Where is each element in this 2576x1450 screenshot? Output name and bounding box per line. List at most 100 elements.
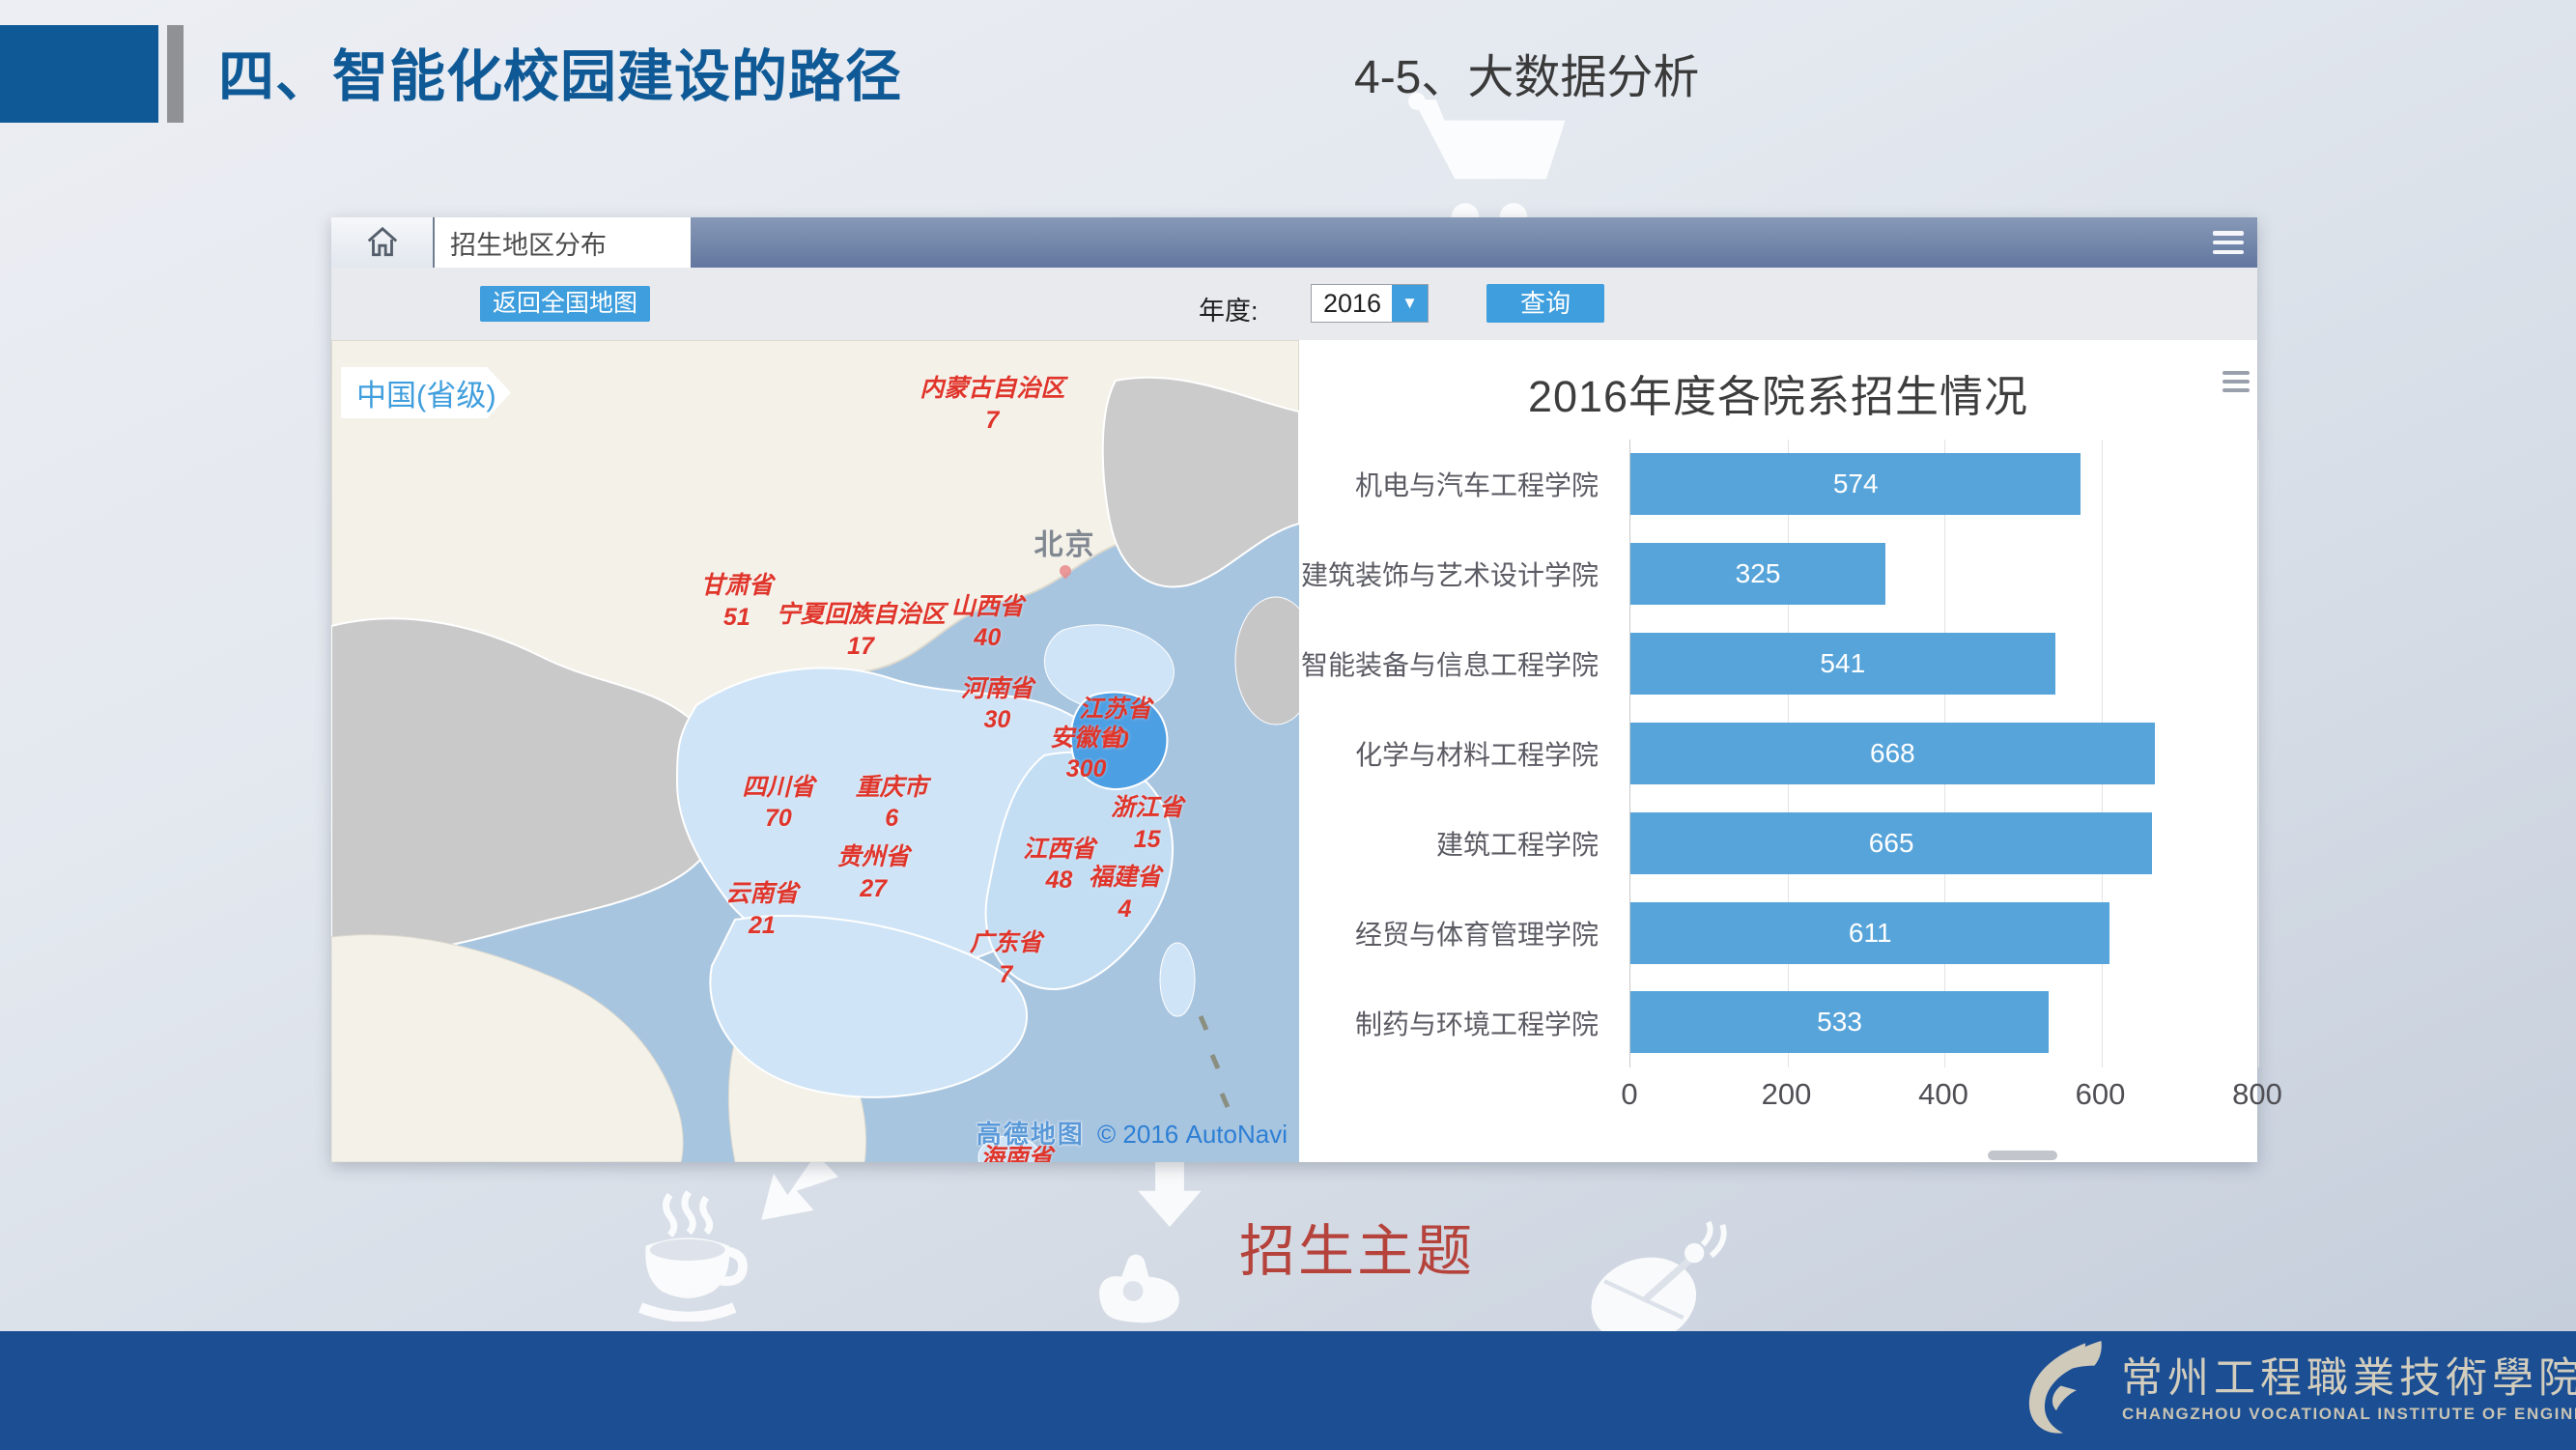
coffee-cup-icon	[630, 1186, 750, 1322]
arrow-down-left-icon	[753, 1151, 840, 1229]
map-watermark: 高德地图 © 2016 AutoNavi	[977, 1115, 1288, 1151]
page-title: 四、智能化校园建设的路径	[218, 31, 902, 112]
horizontal-scrollbar-thumb[interactable]	[1988, 1151, 2057, 1160]
tab-label: 招生地区分布	[450, 224, 607, 262]
province-name: 广东省	[970, 929, 1042, 956]
x-axis-tick-label: 400	[1918, 1077, 1968, 1112]
province-name: 江西省	[1023, 836, 1095, 863]
chart-bar-row: 533	[1630, 978, 2258, 1067]
province-name: 福建省	[1089, 864, 1161, 891]
title-accent-rect	[0, 25, 158, 123]
province-value: 21	[749, 912, 776, 939]
map-label-province: 甘肃省51	[700, 570, 773, 633]
map-label-province: 内蒙古自治区 7	[920, 373, 1064, 436]
map-label-province: 重庆市 6	[856, 772, 928, 835]
chart-bar-row: 611	[1630, 888, 2258, 978]
dropdown-arrow-icon[interactable]: ▼	[1392, 285, 1428, 322]
china-map-panel[interactable]: 中国(省级) 北京 内蒙古自治区7甘肃省51宁夏回族自治区17山西省40河南省3…	[331, 340, 1299, 1162]
map-label-province: 广东省 7	[970, 927, 1042, 990]
province-name: 四川省	[742, 774, 814, 801]
map-label-province: 河南省30	[961, 673, 1033, 736]
chart-bar[interactable]: 533	[1630, 991, 2049, 1053]
tab-enrollment-region[interactable]: 招生地区分布	[435, 217, 691, 268]
bi-dashboard-window: 招生地区分布 返回全国地图 年度: 2016 ▼ 查询	[331, 217, 2257, 1162]
province-value: 51	[723, 604, 750, 631]
chart-bar-row: 541	[1630, 619, 2258, 709]
hand-icon	[1090, 1248, 1191, 1325]
chart-bar-row: 574	[1630, 440, 2258, 529]
map-pin-icon	[1057, 563, 1073, 580]
province-value: 40	[974, 624, 1001, 651]
province-name: 重庆市	[856, 774, 928, 801]
province-name: 云南省	[725, 880, 798, 907]
province-name: 贵州省	[837, 843, 910, 870]
china-map[interactable]	[331, 340, 1299, 1162]
map-brand-watermark: 高德地图	[977, 1120, 1085, 1149]
chart-category-label: 建筑工程学院	[1299, 798, 1618, 888]
chart-bar-value-label: 325	[1736, 558, 1781, 589]
chart-bar[interactable]: 541	[1630, 633, 2055, 695]
dashboard-toolbar: 返回全国地图 年度: 2016 ▼ 查询	[331, 268, 2257, 340]
map-label-province: 贵州省 27	[837, 841, 910, 904]
chart-gridline	[2258, 440, 2259, 1067]
province-value: 300	[1066, 755, 1107, 782]
map-label-province: 福建省4	[1089, 862, 1161, 924]
chart-category-label: 制药与环境工程学院	[1299, 978, 1618, 1067]
province-value: 15	[1134, 826, 1161, 853]
footer-bar: 常州工程職業技術學院 CHANGZHOU VOCATIONAL INSTITUT…	[0, 1331, 2576, 1450]
chart-bar-value-label: 611	[1849, 918, 1892, 949]
chart-bar-row: 668	[1630, 709, 2258, 799]
map-label-province: 四川省70	[742, 772, 814, 835]
province-name: 内蒙古自治区	[920, 375, 1064, 402]
map-label-province: 山西省40	[951, 591, 1024, 654]
dashboard-menu-button[interactable]	[2213, 231, 2244, 254]
map-level-badge: 中国(省级)	[341, 367, 511, 418]
province-name: 河南省	[961, 675, 1033, 702]
province-value: 48	[1046, 867, 1073, 894]
back-to-national-map-button[interactable]: 返回全国地图	[480, 286, 650, 322]
province-value: 7	[985, 407, 999, 434]
query-button[interactable]: 查询	[1486, 284, 1604, 323]
chart-bar[interactable]: 325	[1630, 543, 1885, 605]
institute-logo-icon	[1993, 1341, 2107, 1442]
chart-bar[interactable]: 611	[1630, 902, 2109, 964]
map-label-province: 云南省 21	[725, 878, 798, 941]
chart-toolbox-button[interactable]	[2222, 371, 2250, 392]
province-name: 宁夏回族自治区	[777, 601, 946, 628]
province-value: 27	[860, 875, 887, 902]
x-axis-tick-label: 600	[2076, 1077, 2126, 1112]
title-accent-tick	[167, 25, 184, 123]
province-name: 浙江省	[1111, 794, 1183, 821]
chart-bar[interactable]: 668	[1630, 723, 2155, 784]
chart-bar-row: 325	[1630, 529, 2258, 619]
dashboard-body: 中国(省级) 北京 内蒙古自治区7甘肃省51宁夏回族自治区17山西省40河南省3…	[331, 340, 2257, 1162]
chart-bar[interactable]: 665	[1630, 812, 2152, 874]
home-icon	[363, 224, 402, 261]
province-name: 安徽省	[1050, 725, 1122, 752]
chart-category-label: 建筑装饰与艺术设计学院	[1299, 529, 1618, 619]
chart-plot-area: 574 325 541 668 665 611 533	[1629, 440, 2258, 1067]
chart-category-label: 智能装备与信息工程学院	[1299, 619, 1618, 709]
province-value: 7	[999, 961, 1012, 988]
home-button[interactable]	[331, 217, 435, 268]
x-axis-tick-label: 200	[1762, 1077, 1812, 1112]
chart-category-axis: 机电与汽车工程学院建筑装饰与艺术设计学院智能装备与信息工程学院化学与材料工程学院…	[1299, 440, 1618, 1067]
x-axis-tick-label: 0	[1621, 1077, 1637, 1112]
chart-category-label: 化学与材料工程学院	[1299, 709, 1618, 799]
map-label-province: 江西省 48	[1023, 834, 1095, 896]
chart-x-axis-ticks: 0200400600800	[1629, 1077, 2257, 1116]
x-axis-tick-label: 800	[2232, 1077, 2282, 1112]
chart-bar[interactable]: 574	[1630, 453, 2081, 515]
chart-bar-value-label: 668	[1870, 738, 1915, 769]
chart-category-label: 机电与汽车工程学院	[1299, 440, 1618, 529]
map-label-province: 宁夏回族自治区17	[777, 599, 946, 662]
map-copyright: © 2016 AutoNavi	[1097, 1120, 1288, 1149]
shopping-cart-icon	[1402, 93, 1576, 238]
province-value: 6	[885, 805, 898, 832]
year-dropdown[interactable]: 2016 ▼	[1311, 284, 1429, 323]
institute-name-en: CHANGZHOU VOCATIONAL INSTITUTE OF ENGINE…	[2122, 1405, 2576, 1424]
map-label-province: 浙江省 15	[1111, 792, 1183, 855]
chart-bar-value-label: 665	[1869, 828, 1914, 859]
map-label-province: 安徽省 300	[1050, 723, 1122, 785]
bar-chart-panel: 2016年度各院系招生情况 机电与汽车工程学院建筑装饰与艺术设计学院智能装备与信…	[1299, 340, 2257, 1162]
